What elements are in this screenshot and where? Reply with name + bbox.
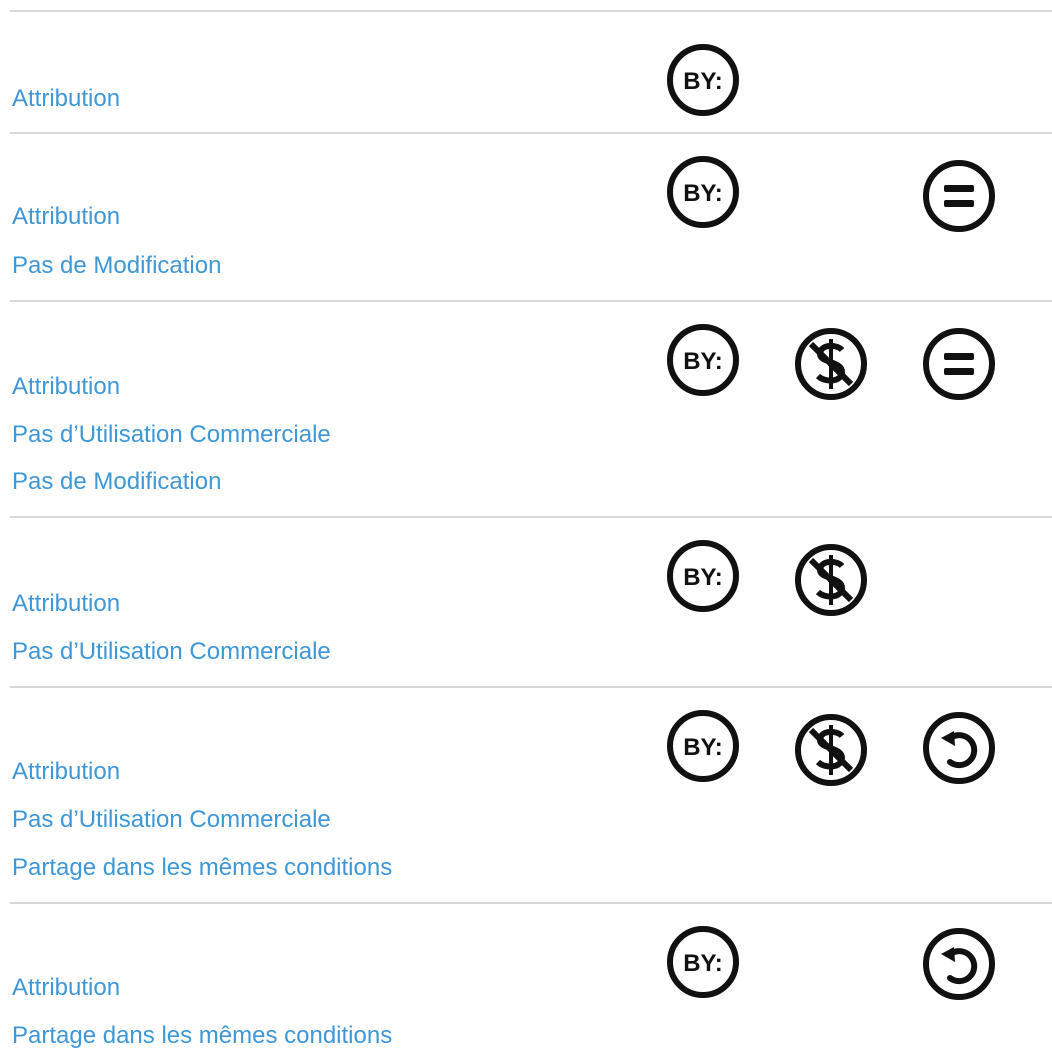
- license-row: Attribution Pas d’Utilisation Commercial…: [10, 516, 1052, 686]
- license-link-attribution[interactable]: Attribution: [12, 973, 120, 1003]
- license-link-pas-d-utilisation-commerciale[interactable]: Pas d’Utilisation Commerciale: [12, 637, 331, 667]
- license-row: Attribution Pas de Modification BY:: [10, 132, 1052, 300]
- svg-text:BY:: BY:: [683, 950, 723, 977]
- license-link-partage-dans-les-memes-conditions[interactable]: Partage dans les mêmes conditions: [12, 853, 392, 883]
- by-icon: BY:: [665, 708, 741, 784]
- non-commercial-icon: [793, 712, 869, 788]
- svg-text:BY:: BY:: [683, 348, 723, 375]
- license-link-attribution[interactable]: Attribution: [12, 589, 120, 619]
- license-link-attribution[interactable]: Attribution: [12, 757, 120, 787]
- non-commercial-icon: [793, 326, 869, 402]
- license-row: Attribution Partage dans les mêmes condi…: [10, 902, 1052, 1064]
- svg-text:BY:: BY:: [683, 68, 723, 95]
- svg-text:BY:: BY:: [683, 180, 723, 207]
- license-link-pas-de-modification[interactable]: Pas de Modification: [12, 467, 221, 497]
- share-alike-icon: [921, 710, 997, 786]
- non-commercial-icon: [793, 542, 869, 618]
- license-link-attribution[interactable]: Attribution: [12, 372, 120, 402]
- license-link-partage-dans-les-memes-conditions[interactable]: Partage dans les mêmes conditions: [12, 1021, 392, 1051]
- license-row: Attribution BY:: [10, 10, 1052, 132]
- license-link-pas-de-modification[interactable]: Pas de Modification: [12, 251, 221, 281]
- license-link-pas-d-utilisation-commerciale[interactable]: Pas d’Utilisation Commerciale: [12, 805, 331, 835]
- by-icon: BY:: [665, 42, 741, 118]
- no-derivatives-icon: [921, 326, 997, 402]
- by-icon: BY:: [665, 924, 741, 1000]
- by-icon: BY:: [665, 322, 741, 398]
- by-icon: BY:: [665, 538, 741, 614]
- license-link-pas-d-utilisation-commerciale[interactable]: Pas d’Utilisation Commerciale: [12, 420, 331, 450]
- svg-text:BY:: BY:: [683, 564, 723, 591]
- license-link-attribution[interactable]: Attribution: [12, 202, 120, 232]
- license-link-attribution[interactable]: Attribution: [12, 84, 120, 114]
- svg-text:BY:: BY:: [683, 734, 723, 761]
- share-alike-icon: [921, 926, 997, 1002]
- license-row: Attribution Pas d’Utilisation Commercial…: [10, 300, 1052, 516]
- by-icon: BY:: [665, 154, 741, 230]
- no-derivatives-icon: [921, 158, 997, 234]
- license-row: Attribution Pas d’Utilisation Commercial…: [10, 686, 1052, 902]
